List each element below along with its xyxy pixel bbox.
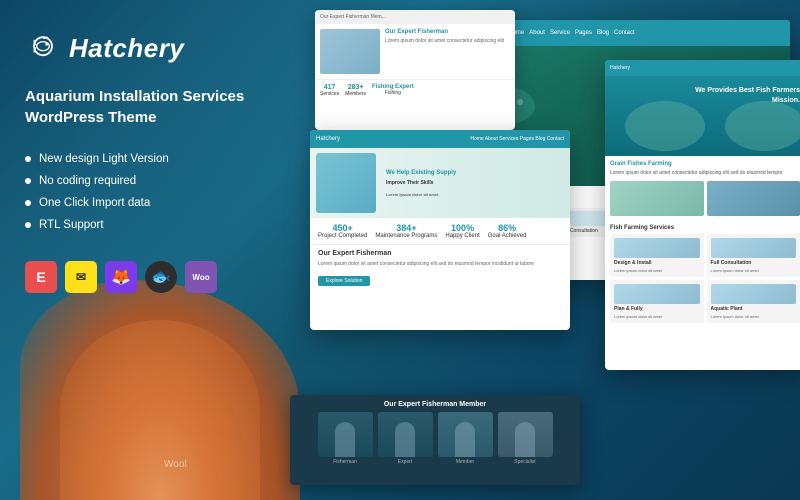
member-figure <box>395 422 415 457</box>
feature-item: New design Light Version <box>25 153 245 165</box>
site-nav: Home About Service Pages Blog Contact <box>508 30 634 36</box>
bullet-icon <box>25 222 31 228</box>
top-image-placeholder <box>320 29 380 74</box>
screenshot-mid: Hatchery Home About Services Pages Blog … <box>310 130 570 330</box>
right-img-2 <box>707 181 800 216</box>
mid-section-title: Our Expert Fisherman <box>318 250 562 257</box>
screenshot-bottom: Our Expert Fisherman Member Fisherman Ex… <box>290 395 580 485</box>
mailchimp-icon[interactable]: ✉ <box>65 261 97 293</box>
mid-hero-img <box>316 153 376 213</box>
member-name: Fisherman <box>318 459 373 465</box>
members-row: Fisherman Expert Member <box>290 412 580 465</box>
top-stat: 417 Services <box>320 84 339 97</box>
top-screenshot-header: Our Expert Fisherman Mem... <box>315 10 515 24</box>
right-service-card: Design & Install Lorem ipsum dolor sit a… <box>610 234 704 277</box>
fox-icon[interactable]: 🦊 <box>105 261 137 293</box>
feature-item: RTL Support <box>25 219 245 231</box>
brand-logo: Hatchery <box>25 30 245 66</box>
right-images <box>610 181 800 216</box>
right-service-card: Aquatic Plant Lorem ipsum dolor sit amet <box>707 280 800 323</box>
right-hero: We Provides Best Fish Farmers Mission. <box>605 76 800 156</box>
member-figure <box>335 422 355 457</box>
mid-header: Hatchery Home About Services Pages Blog … <box>310 130 570 148</box>
top-stats-row: 417 Services 283+ Members Fishing Expert… <box>315 79 515 101</box>
member-figure <box>455 422 475 457</box>
member-photo <box>378 412 433 457</box>
member-photo <box>438 412 493 457</box>
woocommerce-icon[interactable]: Woo <box>185 261 217 293</box>
right-hero-text: We Provides Best Fish Farmers Mission. <box>695 86 800 106</box>
screenshot-top: Our Expert Fisherman Mem... Our Expert F… <box>315 10 515 130</box>
top-stat: Fishing Expert Fishing <box>372 84 414 97</box>
mid-desc: Lorem ipsum dolor sit amet consectetur a… <box>318 261 562 269</box>
top-text: Our Expert Fisherman Lorem ipsum dolor s… <box>385 29 510 74</box>
member-name: Specialist <box>498 459 553 465</box>
member-card: Specialist <box>498 412 553 465</box>
brand-name: Hatchery <box>69 33 184 64</box>
stat-item: 384+ Maintenance Programs <box>375 223 437 239</box>
mid-hero: We Help Existing Supply Improve Their Sk… <box>310 148 570 218</box>
top-desc: Lorem ipsum dolor sit amet consectetur a… <box>385 38 510 45</box>
right-services-title: Fish Farming Services <box>605 225 800 231</box>
member-card: Member <box>438 412 493 465</box>
stat-item: 450+ Project Completed <box>318 223 367 239</box>
features-list: New design Light Version No coding requi… <box>25 153 245 231</box>
plugin-icons-row: E ✉ 🦊 🐟 Woo <box>25 261 245 293</box>
mid-explore-button[interactable]: Explore Solution <box>318 276 370 286</box>
top-screenshot-content: Our Expert Fisherman Lorem ipsum dolor s… <box>315 24 515 79</box>
feature-item: No coding required <box>25 175 245 187</box>
member-figure <box>515 422 535 457</box>
theme-title: Aquarium Installation Services WordPress… <box>25 86 245 128</box>
member-card: Expert <box>378 412 433 465</box>
dark-icon[interactable]: 🐟 <box>145 261 177 293</box>
feature-item: One Click Import data <box>25 197 245 209</box>
right-services-grid: Design & Install Lorem ipsum dolor sit a… <box>605 234 800 328</box>
left-panel: Hatchery Aquarium Installation Services … <box>0 0 270 500</box>
member-photo <box>498 412 553 457</box>
top-title: Our Expert Fisherman <box>385 29 510 35</box>
service-img <box>614 284 700 304</box>
right-service-card: Full Consultation Lorem ipsum dolor sit … <box>707 234 800 277</box>
service-img <box>711 284 797 304</box>
elementor-icon[interactable]: E <box>25 261 57 293</box>
stat-item: 86% Goal Achieved <box>488 223 527 239</box>
member-name: Member <box>438 459 493 465</box>
right-service-card: Plan & Fully Lorem ipsum dolor sit amet <box>610 280 704 323</box>
right-section-title: Grain Fishes Farming <box>610 161 800 167</box>
mid-content: Our Expert Fisherman Lorem ipsum dolor s… <box>310 245 570 292</box>
service-img <box>614 238 700 258</box>
right-section: Grain Fishes Farming Lorem ipsum dolor s… <box>605 156 800 225</box>
right-img-1 <box>610 181 704 216</box>
service-img <box>711 238 797 258</box>
member-photo <box>318 412 373 457</box>
member-name: Expert <box>378 459 433 465</box>
fish-icon <box>25 30 61 66</box>
bullet-icon <box>25 200 31 206</box>
stat-item: 100% Happy Client <box>445 223 479 239</box>
top-stat: 283+ Members <box>345 84 366 97</box>
bottom-section-title: Our Expert Fisherman Member <box>290 395 580 412</box>
member-card: Fisherman <box>318 412 373 465</box>
right-header: Hatchery <box>605 60 800 76</box>
right-mission-text: Lorem ipsum dolor sit amet consectetur a… <box>610 170 800 177</box>
main-container: Hatchery Aquarium Installation Services … <box>0 0 800 500</box>
mid-stats: 450+ Project Completed 384+ Maintenance … <box>310 218 570 245</box>
screenshots-container: Our Expert Fisherman Mem... Our Expert F… <box>260 0 800 500</box>
bullet-icon <box>25 178 31 184</box>
bullet-icon <box>25 156 31 162</box>
mid-hero-text: We Help Existing Supply Improve Their Sk… <box>386 169 456 198</box>
screenshot-right: Hatchery We Provides Best Fish Farmers M… <box>605 60 800 370</box>
